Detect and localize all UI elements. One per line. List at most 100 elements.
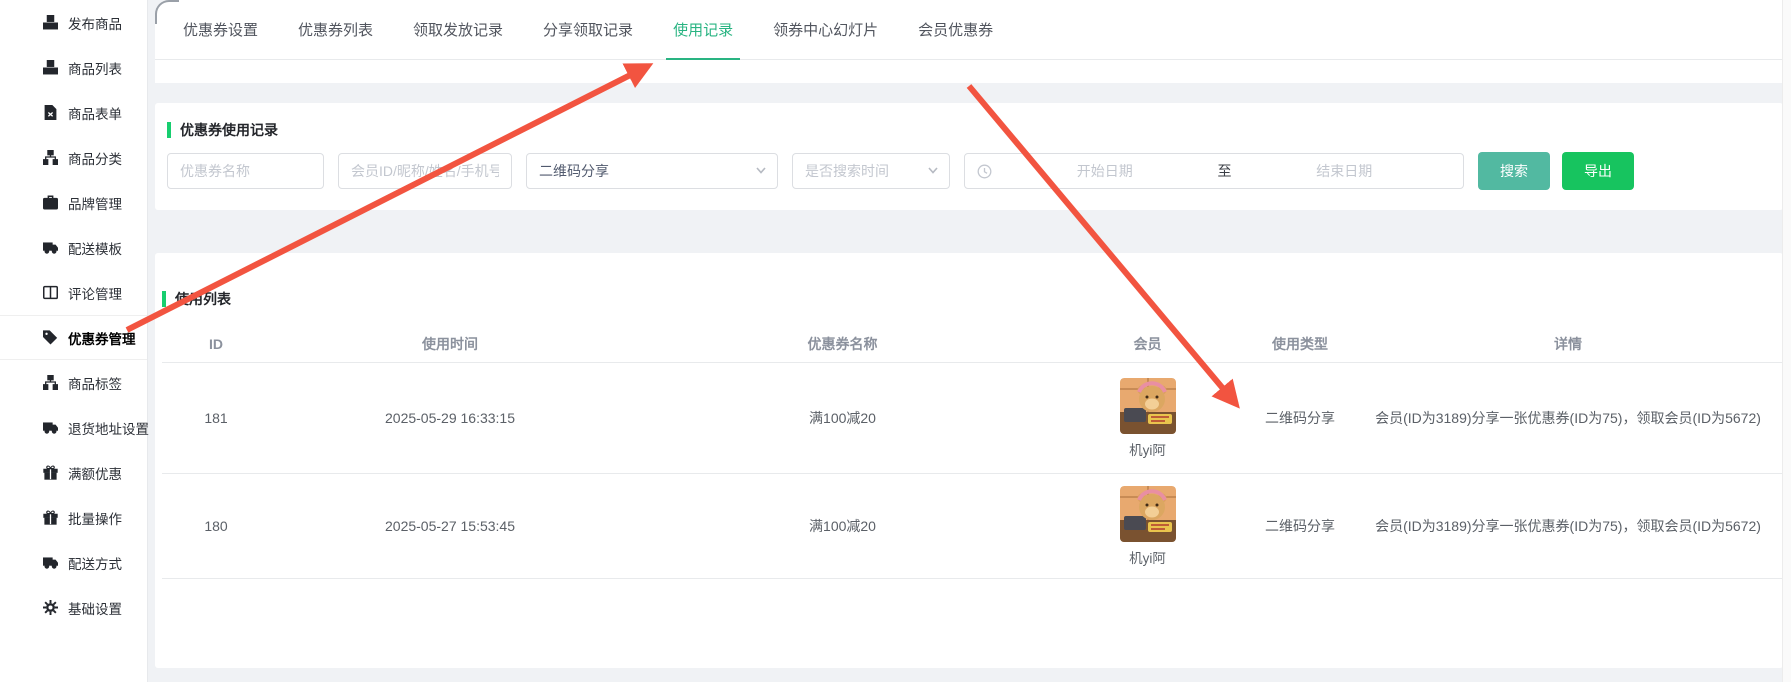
member-name: 机yi阿 [1129,439,1166,459]
briefcase-icon [43,195,59,211]
sidebar-item-delivery-template[interactable]: 配送模板 [0,225,147,270]
cell-usage-type: 二维码分享 [1240,408,1360,428]
sidebar-item-label: 退货地址设置 [68,418,149,438]
columns-icon [43,285,59,301]
col-header-id: ID [162,336,270,352]
sidebar-item-label: 配送模板 [68,238,122,258]
sidebar-item-label: 发布商品 [68,13,122,33]
sidebar-item-basic-settings[interactable]: 基础设置 [0,585,147,630]
member-avatar [1120,378,1176,434]
col-header-detail: 详情 [1360,334,1776,354]
sidebar-item-label: 基础设置 [68,598,122,618]
sidebar-item-delivery-method[interactable]: 配送方式 [0,540,147,585]
sidebar-item-batch-operations[interactable]: 批量操作 [0,495,147,540]
sidebar-item-label: 优惠券管理 [68,328,136,348]
clock-icon [977,164,992,179]
sidebar-item-label: 商品列表 [68,58,122,78]
sidebar-item-product-tags[interactable]: 商品标签 [0,360,147,405]
member-avatar [1120,486,1176,542]
tab-coupon-center-slides[interactable]: 领券中心幻灯片 [753,0,898,59]
cell-detail: 会员(ID为3189)分享一张优惠券(ID为75)，领取会员(ID为5672) [1360,408,1776,428]
table-row: 180 2025-05-27 15:53:45 满100减20 机yi阿 二维码… [162,474,1783,579]
usage-type-select[interactable]: 二维码分享 [526,153,778,189]
start-date-placeholder: 开始日期 [998,161,1212,181]
table-header-row: ID 使用时间 优惠券名称 会员 使用类型 详情 [162,325,1783,363]
cell-coupon-name: 满100减20 [630,516,1055,536]
gift-icon [43,510,59,526]
export-button[interactable]: 导出 [1562,152,1634,190]
col-header-usage-type: 使用类型 [1240,334,1360,354]
col-header-used-at: 使用时间 [270,334,630,354]
sidebar-item-label: 评论管理 [68,283,122,303]
chevron-down-icon [755,163,767,179]
table-row: 181 2025-05-29 16:33:15 满100减20 机yi阿 二维码… [162,363,1783,474]
sidebar-item-return-address-settings[interactable]: 退货地址设置 [0,405,147,450]
sidebar-item-label: 商品表单 [68,103,122,123]
cell-member: 机yi阿 [1055,378,1240,459]
truck-icon [43,240,59,256]
cubes-icon [43,15,59,31]
end-date-placeholder: 结束日期 [1238,161,1452,181]
coupon-tabs-card: 优惠券设置 优惠券列表 领取发放记录 分享领取记录 使用记录 领券中心幻灯片 会… [155,0,1783,83]
green-bar [162,291,166,307]
truck-icon [43,555,59,571]
sidebar: 发布商品 商品列表 商品表单 商品分类 品牌管理 配送模板 评论管理 优惠券管 [0,0,148,682]
green-bar [167,122,171,138]
gift-icon [43,465,59,481]
coupon-admin-page: 发布商品 商品列表 商品表单 商品分类 品牌管理 配送模板 评论管理 优惠券管 [0,0,1791,682]
member-search-input-wrap [338,153,512,189]
sidebar-item-publish-product[interactable]: 发布商品 [0,0,147,45]
file-icon [43,105,59,121]
cell-usage-type: 二维码分享 [1240,516,1360,536]
cell-id: 181 [162,410,270,426]
tag-icon [43,330,59,346]
date-range-picker[interactable]: 开始日期 至 结束日期 [964,153,1464,189]
sidebar-item-coupon-management[interactable]: 优惠券管理 [0,315,147,360]
sidebar-item-product-list[interactable]: 商品列表 [0,45,147,90]
sidebar-item-label: 品牌管理 [68,193,122,213]
usage-list-card: 使用列表 ID 使用时间 优惠券名称 会员 使用类型 详情 181 2025-0… [155,253,1783,668]
date-separator: 至 [1212,161,1238,181]
sidebar-item-full-amount-discount[interactable]: 满额优惠 [0,450,147,495]
chevron-down-icon [927,163,939,179]
sidebar-item-product-form[interactable]: 商品表单 [0,90,147,135]
sidebar-item-comment-management[interactable]: 评论管理 [0,270,147,315]
filter-row: 二维码分享 是否搜索时间 开始日期 至 结束日期 搜索 导出 [167,152,1783,190]
sidebar-item-product-category[interactable]: 商品分类 [0,135,147,180]
tab-receive-issue-records[interactable]: 领取发放记录 [393,0,523,59]
cell-id: 180 [162,518,270,534]
search-button[interactable]: 搜索 [1478,152,1550,190]
col-header-member: 会员 [1055,334,1240,354]
sitemap-icon [43,150,59,166]
cell-detail: 会员(ID为3189)分享一张优惠券(ID为75)，领取会员(ID为5672) [1360,516,1776,536]
sidebar-item-label: 配送方式 [68,553,122,573]
tab-member-coupons[interactable]: 会员优惠券 [898,0,1013,59]
gear-icon [43,600,59,616]
truck-icon [43,420,59,436]
cell-used-at: 2025-05-29 16:33:15 [270,410,630,426]
sidebar-item-label: 商品分类 [68,148,122,168]
tab-share-receive-records[interactable]: 分享领取记录 [523,0,653,59]
cell-coupon-name: 满100减20 [630,408,1055,428]
member-name: 机yi阿 [1129,547,1166,567]
tab-usage-records[interactable]: 使用记录 [653,0,753,59]
time-search-select[interactable]: 是否搜索时间 [792,153,950,189]
sidebar-item-brand-management[interactable]: 品牌管理 [0,180,147,225]
list-section-title: 使用列表 [162,289,1783,309]
sidebar-item-label: 商品标签 [68,373,122,393]
tab-bar: 优惠券设置 优惠券列表 领取发放记录 分享领取记录 使用记录 领券中心幻灯片 会… [155,0,1783,60]
tab-coupon-list[interactable]: 优惠券列表 [278,0,393,59]
member-search-input[interactable] [339,154,511,188]
col-header-coupon-name: 优惠券名称 [630,334,1055,354]
tab-coupon-settings[interactable]: 优惠券设置 [163,0,278,59]
filter-card: 优惠券使用记录 二维码分享 是否搜索时间 [155,103,1783,210]
cell-member: 机yi阿 [1055,486,1240,567]
vertical-scrollbar[interactable] [1782,0,1791,682]
sitemap-icon [43,375,59,391]
sidebar-item-label: 满额优惠 [68,463,122,483]
cell-used-at: 2025-05-27 15:53:45 [270,518,630,534]
coupon-name-input[interactable] [168,154,323,188]
filter-section-title: 优惠券使用记录 [167,120,1783,140]
cubes-icon [43,60,59,76]
sidebar-item-label: 批量操作 [68,508,122,528]
